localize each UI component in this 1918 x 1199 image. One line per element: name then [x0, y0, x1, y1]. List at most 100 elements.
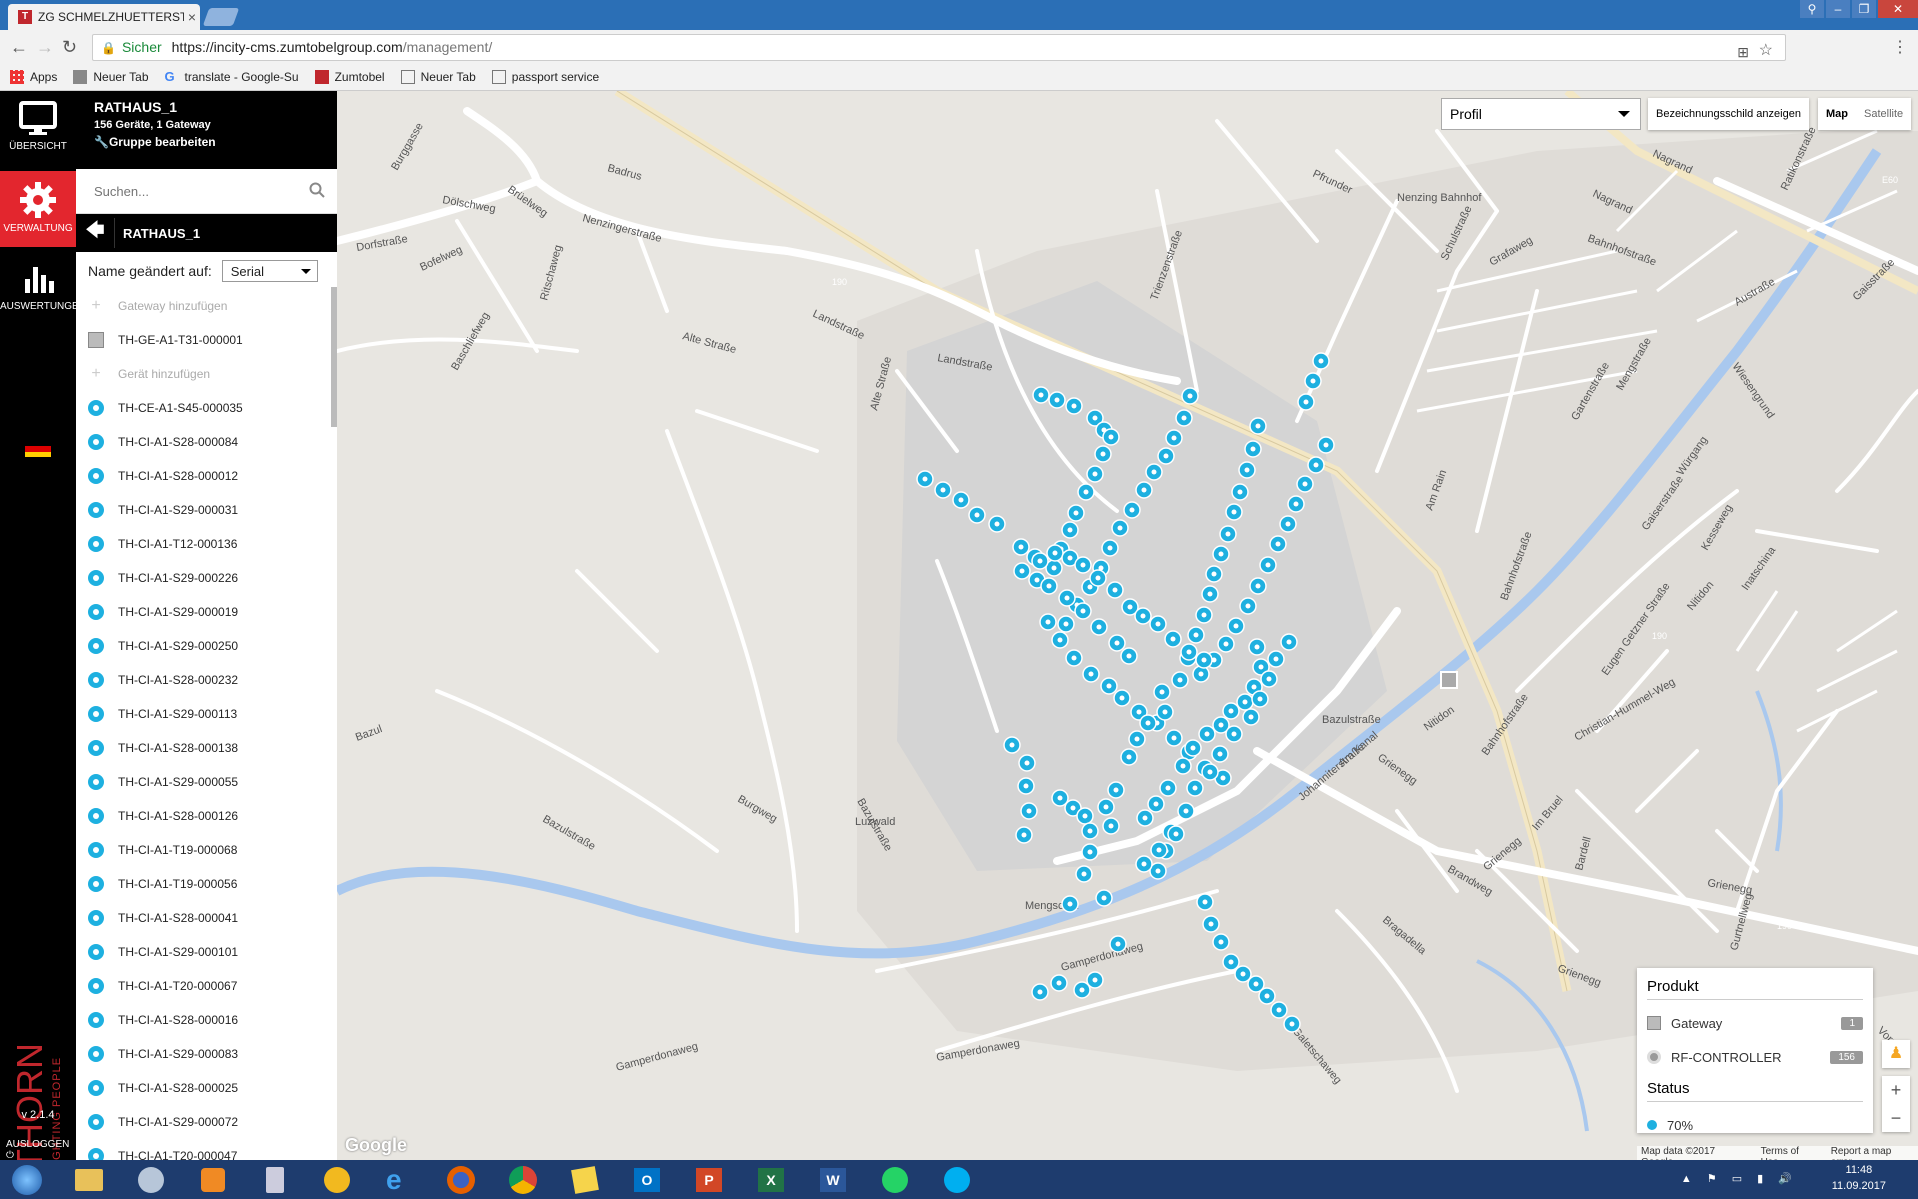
device-marker-center: [1092, 415, 1098, 421]
bookmark-neuer-tab[interactable]: Neuer Tab: [73, 70, 149, 84]
device-marker-center: [1100, 451, 1106, 457]
zoom-in-button[interactable]: +: [1882, 1076, 1910, 1104]
device-row[interactable]: TH-CI-A1-T20-000047: [76, 1139, 337, 1160]
start-orb-icon[interactable]: [0, 1162, 54, 1198]
minimize-icon[interactable]: –: [1826, 0, 1850, 18]
rf-controller-icon: [88, 1012, 104, 1028]
bookmark-apps[interactable]: Apps: [10, 70, 57, 84]
translate-icon[interactable]: ⊞: [1737, 40, 1749, 65]
device-row[interactable]: TH-CI-A1-S29-000226: [76, 561, 337, 595]
legend-gateway-row[interactable]: Gateway 1: [1647, 1006, 1863, 1040]
device-row[interactable]: TH-CI-A1-S29-000101: [76, 935, 337, 969]
media-icon[interactable]: [186, 1162, 240, 1198]
rf-controller-icon: [88, 910, 104, 926]
device-row[interactable]: TH-CI-A1-T19-000068: [76, 833, 337, 867]
tools-icon[interactable]: [124, 1162, 178, 1198]
pegman-icon[interactable]: ♟: [1882, 1040, 1910, 1068]
device-row[interactable]: TH-CI-A1-S29-000083: [76, 1037, 337, 1071]
word-icon[interactable]: W: [806, 1162, 860, 1198]
device-marker-center: [1142, 815, 1148, 821]
device-row[interactable]: TH-CI-A1-S28-000012: [76, 459, 337, 493]
outlook-icon[interactable]: O: [620, 1162, 674, 1198]
add-row[interactable]: + Gerät hinzufügen: [76, 357, 337, 391]
bookmark-passport[interactable]: passport service: [491, 70, 599, 84]
system-tray[interactable]: ▲ ⚑ ▭ ▮ 🔊: [1681, 1172, 1798, 1185]
profile-select[interactable]: Profil: [1441, 98, 1641, 130]
close-tab-icon[interactable]: ×: [184, 9, 200, 25]
device-row[interactable]: TH-CI-A1-S29-000250: [76, 629, 337, 663]
bookmark-star-icon[interactable]: ☆: [1759, 38, 1773, 63]
gateway-row[interactable]: TH-GE-A1-T31-000001: [76, 323, 337, 357]
bookmark-neuer-tab-2[interactable]: Neuer Tab: [400, 70, 476, 84]
forward-arrow-icon[interactable]: →: [36, 37, 54, 58]
device-row[interactable]: TH-CI-A1-S29-000113: [76, 697, 337, 731]
rf-controller-icon: [88, 978, 104, 994]
device-row[interactable]: TH-CI-A1-S29-000055: [76, 765, 337, 799]
bookmark-translate[interactable]: Gtranslate - Google-Su: [165, 70, 299, 85]
chrome-icon[interactable]: [496, 1162, 550, 1198]
device-row[interactable]: TH-CI-A1-S28-000126: [76, 799, 337, 833]
device-marker-center: [1293, 501, 1299, 507]
add-row[interactable]: + Gateway hinzufügen: [76, 289, 337, 323]
logout-button[interactable]: AUSLOGGEN ⏻: [6, 1139, 76, 1161]
device-marker-center: [1302, 481, 1308, 487]
nav-overview[interactable]: ÜBERSICHT: [0, 91, 76, 167]
device-row[interactable]: TH-CI-A1-S29-000019: [76, 595, 337, 629]
device-marker-center: [1034, 577, 1040, 583]
edit-group-link[interactable]: 🔧Gruppe bearbeiten: [94, 135, 337, 149]
calculator-icon[interactable]: [248, 1162, 302, 1198]
bookmark-zumtobel[interactable]: Zumtobel: [314, 70, 385, 84]
device-row[interactable]: TH-CI-A1-S29-000031: [76, 493, 337, 527]
explorer-icon[interactable]: [62, 1162, 116, 1198]
map-type-satellite-button[interactable]: Satellite: [1856, 98, 1911, 130]
maximize-icon[interactable]: ❐: [1852, 0, 1876, 18]
system-clock[interactable]: 11:48 11.09.2017: [1832, 1162, 1886, 1194]
search-input[interactable]: [76, 169, 304, 213]
device-row[interactable]: TH-CI-A1-S28-000016: [76, 1003, 337, 1037]
close-window-icon[interactable]: ✕: [1878, 0, 1918, 18]
new-tab-button[interactable]: [202, 8, 240, 26]
device-row[interactable]: TH-CI-A1-S28-000025: [76, 1071, 337, 1105]
flower-icon[interactable]: [310, 1162, 364, 1198]
user-icon[interactable]: ⚲: [1800, 0, 1824, 18]
url-field[interactable]: 🔒 Sicher https://incity-cms.zumtobelgroup.…: [92, 34, 1786, 61]
nav-reports[interactable]: AUSWERTUNGEN: [0, 251, 86, 327]
back-arrow-icon[interactable]: ←: [10, 37, 28, 58]
device-row[interactable]: TH-CI-A1-S28-000232: [76, 663, 337, 697]
excel-icon[interactable]: X: [744, 1162, 798, 1198]
back-arrow-icon[interactable]: 🡄: [76, 218, 115, 248]
gateway-marker[interactable]: [1440, 671, 1458, 689]
rf-controller-icon: [88, 1046, 104, 1062]
device-marker-center: [1088, 671, 1094, 677]
device-row[interactable]: TH-CI-A1-T20-000067: [76, 969, 337, 1003]
device-row[interactable]: TH-CI-A1-S28-000084: [76, 425, 337, 459]
menu-dots-icon[interactable]: ⋮: [1892, 37, 1908, 57]
device-marker-center: [1218, 551, 1224, 557]
browser-tab[interactable]: T ZG SCHMELZHUETTERSTR ×: [8, 4, 200, 30]
firefox-icon[interactable]: [434, 1162, 488, 1198]
legend-rf-row[interactable]: RF-CONTROLLER 156: [1647, 1040, 1863, 1074]
device-marker-center: [1323, 442, 1329, 448]
device-row[interactable]: TH-CE-A1-S45-000035: [76, 391, 337, 425]
device-marker-center: [1255, 583, 1261, 589]
ie-icon[interactable]: e: [372, 1162, 426, 1198]
device-row[interactable]: TH-CI-A1-S29-000072: [76, 1105, 337, 1139]
search-icon[interactable]: [309, 182, 325, 198]
legend-status-row[interactable]: 70%: [1647, 1108, 1863, 1142]
device-row[interactable]: TH-CI-A1-S28-000041: [76, 901, 337, 935]
device-marker-center: [1087, 584, 1093, 590]
device-row[interactable]: TH-CI-A1-S28-000138: [76, 731, 337, 765]
device-row[interactable]: TH-CI-A1-T19-000056: [76, 867, 337, 901]
nav-admin[interactable]: VERWALTUNG: [0, 171, 76, 247]
powerpoint-icon[interactable]: P: [682, 1162, 736, 1198]
skype-icon[interactable]: [930, 1162, 984, 1198]
zoom-out-button[interactable]: −: [1882, 1104, 1910, 1132]
device-row[interactable]: TH-CI-A1-T12-000136: [76, 527, 337, 561]
reload-icon[interactable]: ↻: [62, 37, 77, 58]
show-labels-button[interactable]: Bezeichnungsschild anzeigen: [1648, 98, 1809, 130]
notes-icon[interactable]: [558, 1162, 612, 1198]
map-type-map-button[interactable]: Map: [1818, 98, 1856, 130]
whatsapp-icon[interactable]: [868, 1162, 922, 1198]
german-flag-icon[interactable]: [25, 441, 51, 457]
rename-select[interactable]: Serial: [221, 260, 318, 282]
